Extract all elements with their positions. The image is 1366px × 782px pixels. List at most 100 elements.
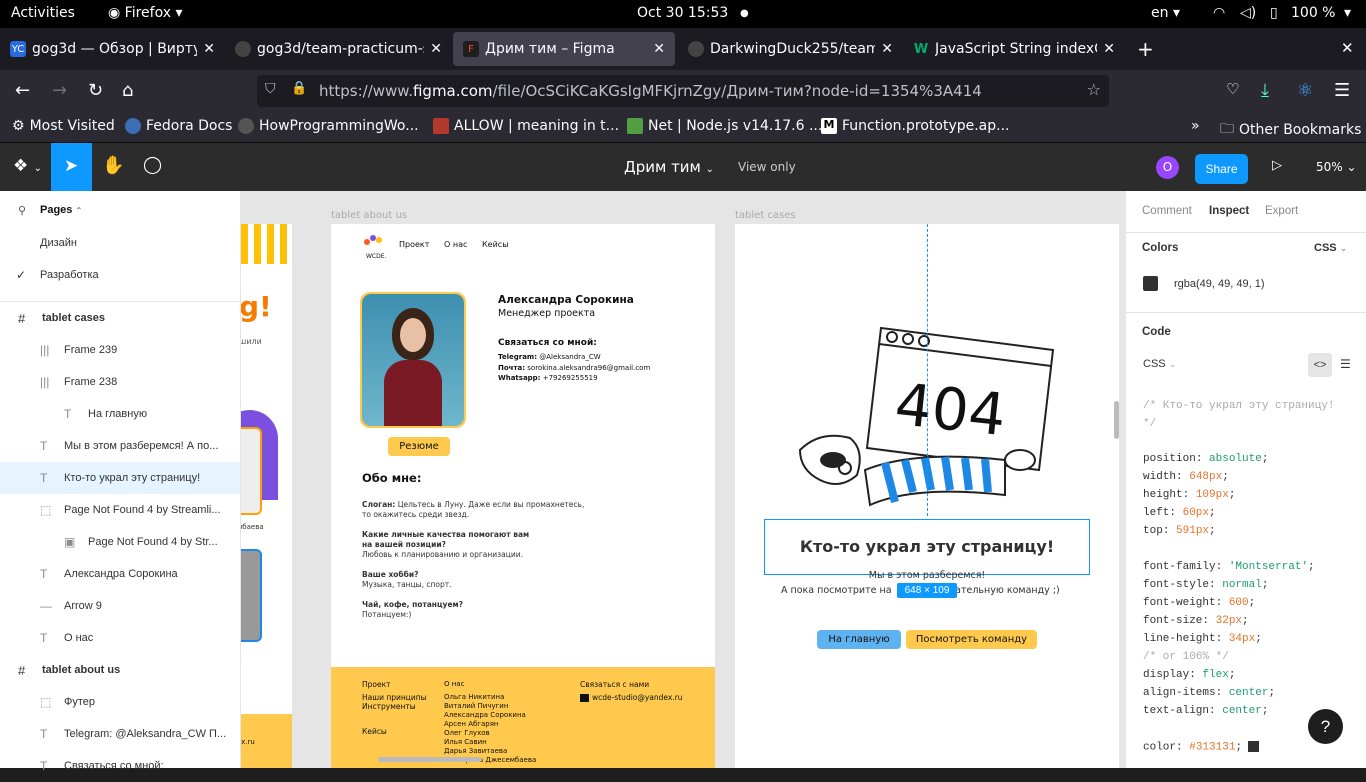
layer-item[interactable]: ⬚Page Not Found 4 by Streamli... — [0, 494, 240, 526]
tab-inspect[interactable]: Inspect — [1209, 205, 1249, 217]
back-arrow-icon[interactable]: ← — [15, 80, 30, 101]
page-item[interactable]: Дизайн — [0, 227, 240, 259]
team-member-link[interactable]: Арсен Абгарян — [444, 720, 536, 729]
bookmark-howprogramming[interactable]: HowProgrammingWo... — [238, 118, 419, 134]
tab[interactable]: gog3d/team-practicum-st✕ — [225, 32, 452, 66]
bookmark-mdn[interactable]: MFunction.prototype.ap... — [821, 118, 1010, 134]
figma-canvas[interactable]: g! шили мбаева р ex.ru tablet about us t… — [241, 191, 1125, 768]
layer-item[interactable]: TКто-то украл эту страницу! — [0, 462, 240, 494]
figma-menu-icon[interactable]: ❖ ⌄ — [13, 156, 42, 176]
home-button[interactable]: На главную — [817, 630, 901, 649]
frame-tablet-cases[interactable]: 404 Кто-то украл эту страницу! Мы в этом… — [735, 224, 1119, 768]
pocket-icon[interactable]: ♡ — [1226, 80, 1239, 98]
tab[interactable]: DarkwingDuck255/team-p✕ — [678, 32, 903, 66]
code-lang-dropdown[interactable]: CSS ⌄ — [1143, 358, 1176, 370]
close-window-icon[interactable]: ✕ — [1341, 39, 1354, 57]
team-member-link[interactable]: Виталий Пичугин — [444, 702, 536, 711]
footer-link[interactable]: Проект — [362, 680, 427, 689]
language-indicator[interactable]: en ▾ — [1151, 5, 1180, 21]
menu-icon[interactable]: ☰ — [1334, 80, 1350, 101]
color-format-dropdown[interactable]: CSS ⌄ — [1314, 242, 1347, 254]
reload-icon[interactable]: ↻ — [88, 80, 103, 101]
color-value[interactable]: rgba(49, 49, 49, 1) — [1174, 278, 1265, 290]
hand-tool-icon[interactable]: ✋ — [102, 155, 124, 176]
shield-icon[interactable]: ⛉ — [265, 81, 276, 97]
horizontal-scrollbar[interactable] — [378, 757, 482, 762]
view-team-button[interactable]: Посмотреть команду — [906, 630, 1037, 649]
resume-button[interactable]: Резюме — [388, 437, 450, 456]
react-devtools-icon[interactable]: ⚛ — [1297, 80, 1313, 101]
close-icon[interactable]: ✕ — [653, 41, 665, 57]
system-menu-chevron-icon[interactable]: ▾ — [1344, 5, 1351, 21]
team-member-link[interactable]: Илья Савин — [444, 738, 536, 747]
team-member-link[interactable]: Дарья Завитаева — [444, 747, 536, 756]
layer-item[interactable]: TО нас — [0, 622, 240, 654]
layer-item[interactable]: TСвязаться со мной: — [0, 750, 240, 782]
layer-item[interactable]: TTelegram: @Aleksandra_CW П... — [0, 718, 240, 750]
footer-email[interactable]: wcde-studio@yandex.ru — [580, 693, 683, 702]
layer-item[interactable]: ⬚Футер — [0, 686, 240, 718]
footer-link[interactable]: Наши принципы — [362, 693, 427, 702]
bookmark-fedora-docs[interactable]: Fedora Docs — [125, 118, 232, 134]
page-item-active[interactable]: ✓Разработка — [0, 259, 240, 291]
team-member-link[interactable]: Александра Сорокина — [444, 711, 536, 720]
bookmark-most-visited[interactable]: ⚙Most Visited — [12, 118, 115, 134]
frame-label[interactable]: tablet cases — [735, 210, 796, 221]
list-view-icon[interactable]: ☰ — [1340, 357, 1351, 371]
footer-link[interactable]: О нас — [444, 680, 536, 689]
layer-item[interactable]: #tablet about us — [0, 654, 240, 686]
layer-item[interactable]: —Arrow 9 — [0, 590, 240, 622]
help-button[interactable]: ? — [1308, 709, 1343, 744]
frame-tablet-about-us[interactable]: WCDE. Проект О нас Кейсы Резюме Александ… — [331, 224, 715, 768]
file-name[interactable]: Дрим тим ⌄ — [624, 158, 714, 176]
app-menu[interactable]: ◉ Firefox ▾ — [108, 5, 183, 21]
search-icon[interactable]: ⚲ — [18, 204, 26, 217]
close-icon[interactable]: ✕ — [203, 41, 215, 57]
close-icon[interactable]: ✕ — [1103, 41, 1115, 57]
tab[interactable]: WJavaScript String indexOf(✕ — [903, 32, 1125, 66]
layer-item[interactable]: |||Frame 238 — [0, 366, 240, 398]
layer-item[interactable]: |||Frame 239 — [0, 334, 240, 366]
layer-item[interactable]: TНа главную — [0, 398, 240, 430]
vertical-scrollbar[interactable] — [1114, 401, 1119, 439]
url-bar[interactable]: ⛉ 🔒 https://www.figma.com/file/OcSCiKCaK… — [257, 75, 1109, 107]
present-icon[interactable]: ▷ — [1272, 158, 1282, 173]
download-icon[interactable]: ⤓ — [1261, 80, 1269, 101]
team-member-link[interactable]: Олег Глухов — [444, 729, 536, 738]
bookmark-allow[interactable]: ALLOW | meaning in t... — [433, 118, 619, 134]
bookmark-nodejs[interactable]: Net | Node.js v14.17.6 ... — [627, 118, 822, 134]
nav-link[interactable]: Кейсы — [482, 240, 509, 249]
forward-arrow-icon[interactable]: → — [52, 80, 67, 101]
activities-button[interactable]: Activities — [11, 5, 75, 21]
bookmark-other[interactable]: 🗀Other Bookmarks — [1220, 118, 1361, 142]
clock[interactable]: Oct 30 15:53 — [637, 5, 728, 21]
layer-item[interactable]: ▣Page Not Found 4 by Str... — [0, 526, 240, 558]
new-tab-icon[interactable]: + — [1137, 37, 1154, 61]
layer-item[interactable]: TМы в этом разберемся! А по... — [0, 430, 240, 462]
color-swatch[interactable] — [1143, 276, 1158, 291]
tab-export[interactable]: Export — [1265, 205, 1298, 217]
avatar[interactable]: O — [1156, 156, 1179, 179]
tab-comment[interactable]: Comment — [1142, 205, 1192, 217]
layer-item[interactable]: TАлександра Сорокина — [0, 558, 240, 590]
lock-icon[interactable]: 🔒 — [291, 81, 307, 96]
layer-item[interactable]: #tablet cases — [0, 302, 240, 334]
tab[interactable]: YCgog3d — Обзор | Виртуа✕ — [0, 32, 225, 66]
comment-tool-icon[interactable]: ◯ — [143, 155, 162, 175]
footer-link[interactable]: Кейсы — [362, 727, 427, 736]
frame-label[interactable]: tablet about us — [331, 210, 407, 221]
tab-active[interactable]: FДрим тим – Figma✕ — [453, 32, 675, 66]
team-member-link[interactable]: Ольга Никитина — [444, 693, 536, 702]
selection-box[interactable]: Кто-то украл эту страницу! — [764, 519, 1090, 575]
star-icon[interactable]: ☆ — [1087, 80, 1101, 99]
bookmarks-overflow-icon[interactable]: » — [1191, 118, 1200, 134]
code-view-icon[interactable]: <> — [1308, 353, 1332, 377]
zoom-dropdown[interactable]: 50% ⌄ — [1316, 160, 1357, 174]
footer-link[interactable]: Инструменты — [362, 702, 427, 711]
nav-link[interactable]: Проект — [399, 240, 429, 249]
share-button[interactable]: Share — [1195, 154, 1248, 184]
close-icon[interactable]: ✕ — [881, 41, 893, 57]
nav-link[interactable]: О нас — [444, 240, 467, 249]
home-icon[interactable]: ⌂ — [122, 80, 133, 101]
pages-header[interactable]: Pages ⌃ — [40, 204, 82, 216]
